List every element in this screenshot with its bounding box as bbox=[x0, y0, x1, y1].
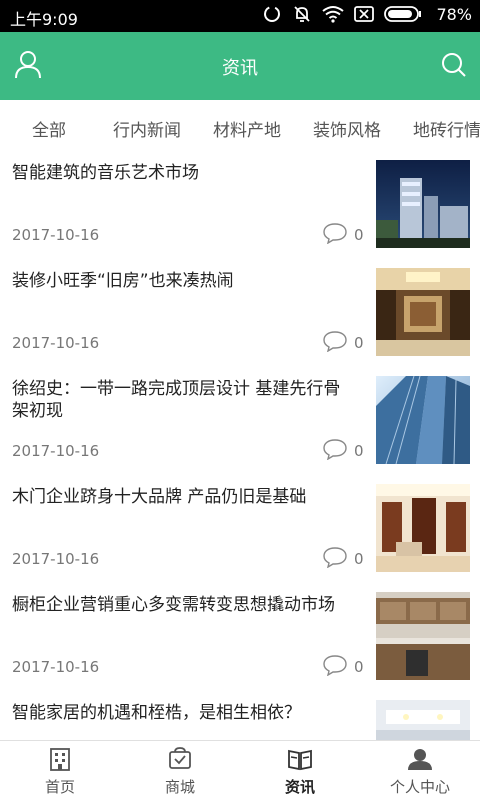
building-night-image bbox=[376, 160, 470, 248]
tab-decoration-style[interactable]: 装饰风格 bbox=[313, 116, 381, 141]
comment-icon bbox=[323, 547, 347, 568]
comment-count: 0 bbox=[354, 442, 364, 460]
nav-shop[interactable]: 商城 bbox=[120, 741, 240, 801]
article-item[interactable]: 木门企业跻身十大品牌 产品仍旧是基础 2017-10-16 0 bbox=[0, 476, 480, 585]
page-title: 资讯 bbox=[222, 58, 258, 79]
article-thumbnail bbox=[376, 592, 470, 680]
home-icon bbox=[50, 748, 70, 771]
category-tabs: 全部 行内新闻 材料产地 装饰风格 地砖行情 bbox=[0, 100, 480, 153]
article-thumbnail bbox=[376, 376, 470, 464]
article-list: 智能建筑的音乐艺术市场 2017-10-16 0 装修小旺季“旧房”也来凑热闹 … bbox=[0, 152, 480, 740]
status-icons: 78% bbox=[262, 4, 472, 24]
article-title: 智能建筑的音乐艺术市场 bbox=[12, 163, 199, 183]
comment-icon bbox=[323, 331, 347, 352]
news-icon bbox=[288, 749, 312, 771]
search-button[interactable] bbox=[440, 50, 468, 80]
tab-industry-news[interactable]: 行内新闻 bbox=[113, 116, 181, 141]
nav-label: 资讯 bbox=[284, 778, 315, 796]
search-icon bbox=[442, 53, 466, 77]
nav-news[interactable]: 资讯 bbox=[240, 741, 360, 801]
shop-icon bbox=[169, 747, 191, 769]
status-time: 上午9:09 bbox=[10, 10, 78, 29]
article-thumbnail bbox=[376, 484, 470, 572]
ceiling-lights-image bbox=[376, 700, 470, 740]
article-date: 2017-10-16 bbox=[12, 658, 100, 676]
sync-icon bbox=[262, 4, 282, 24]
article-thumbnail bbox=[376, 268, 470, 356]
nav-home[interactable]: 首页 bbox=[0, 741, 120, 801]
article-title: 木门企业跻身十大品牌 产品仍旧是基础 bbox=[12, 487, 307, 507]
comment-count: 0 bbox=[354, 334, 364, 352]
article-title: 智能家居的机遇和桎梏，是相生相依？ bbox=[12, 703, 301, 723]
article-item[interactable]: 装修小旺季“旧房”也来凑热闹 2017-10-16 0 bbox=[0, 260, 480, 369]
door-interior-image bbox=[376, 484, 470, 572]
article-date: 2017-10-16 bbox=[12, 334, 100, 352]
comment-icon bbox=[323, 223, 347, 244]
article-thumbnail bbox=[376, 700, 470, 740]
comment-icon bbox=[323, 439, 347, 460]
article-item[interactable]: 橱柜企业营销重心多变需转变思想撬动市场 2017-10-16 0 bbox=[0, 584, 480, 693]
nav-label: 商城 bbox=[164, 778, 195, 796]
kitchen-image bbox=[376, 592, 470, 680]
tab-tile-market[interactable]: 地砖行情 bbox=[413, 116, 480, 141]
profile-icon bbox=[408, 749, 432, 770]
bottom-nav: 首页 商城 资讯 个人中心 bbox=[0, 740, 480, 801]
comment-count: 0 bbox=[354, 658, 364, 676]
tab-all[interactable]: 全部 bbox=[32, 116, 66, 141]
wifi-icon bbox=[322, 5, 345, 23]
article-item[interactable]: 智能家居的机遇和桎梏，是相生相依？ bbox=[0, 692, 480, 740]
sim-off-icon bbox=[354, 6, 375, 22]
living-room-image bbox=[376, 268, 470, 356]
nav-label: 首页 bbox=[44, 778, 75, 796]
comment-icon bbox=[323, 655, 347, 676]
article-title: 装修小旺季“旧房”也来凑热闹 bbox=[12, 271, 234, 291]
nav-profile[interactable]: 个人中心 bbox=[360, 741, 480, 801]
article-item[interactable]: 徐绍史：一带一路完成顶层设计 基建先行骨架初现 2017-10-16 0 bbox=[0, 368, 480, 477]
status-bar: 上午9:09 78% bbox=[0, 0, 480, 32]
article-date: 2017-10-16 bbox=[12, 442, 100, 460]
tab-material-origin[interactable]: 材料产地 bbox=[213, 116, 281, 141]
comment-count: 0 bbox=[354, 226, 364, 244]
battery-percent: 78% bbox=[436, 4, 472, 24]
mute-icon bbox=[292, 4, 312, 24]
nav-label: 个人中心 bbox=[389, 778, 450, 796]
skyscraper-image bbox=[376, 376, 470, 464]
article-date: 2017-10-16 bbox=[12, 226, 100, 244]
article-title: 徐绍史：一带一路完成顶层设计 基建先行骨架初现 bbox=[12, 379, 341, 421]
article-thumbnail bbox=[376, 160, 470, 248]
article-date: 2017-10-16 bbox=[12, 550, 100, 568]
battery-icon bbox=[384, 6, 422, 22]
article-title: 橱柜企业营销重心多变需转变思想撬动市场 bbox=[12, 595, 335, 615]
app-header: 资讯 bbox=[0, 32, 480, 100]
article-item[interactable]: 智能建筑的音乐艺术市场 2017-10-16 0 bbox=[0, 152, 480, 261]
comment-count: 0 bbox=[354, 550, 364, 568]
